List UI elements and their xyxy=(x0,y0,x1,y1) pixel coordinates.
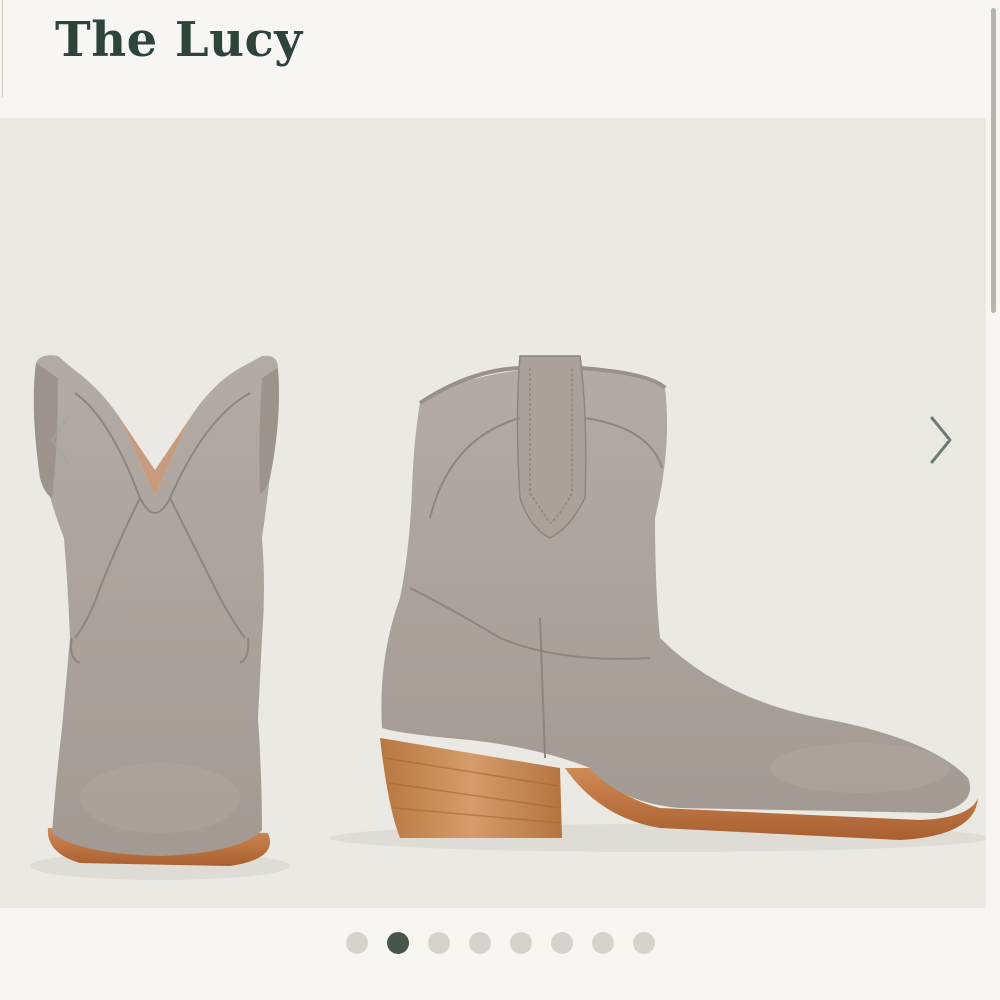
product-page: The Lucy xyxy=(0,0,1000,1000)
product-image-gallery[interactable] xyxy=(0,118,986,908)
gallery-next-arrow[interactable] xyxy=(920,410,960,470)
chevron-right-icon xyxy=(930,416,952,464)
gallery-dot-2[interactable] xyxy=(386,932,409,954)
gallery-pagination xyxy=(0,932,1000,956)
chevron-left-icon xyxy=(50,416,70,464)
gallery-dot-6[interactable] xyxy=(550,932,573,954)
product-header: The Lucy xyxy=(0,0,1000,97)
gallery-dot-5[interactable] xyxy=(509,932,532,954)
gallery-prev-arrow[interactable] xyxy=(40,410,80,470)
gallery-dot-8[interactable] xyxy=(632,932,655,954)
product-photo xyxy=(30,355,986,880)
gallery-dot-1[interactable] xyxy=(345,932,368,954)
boot-side-view xyxy=(380,355,978,840)
scrollbar-thumb[interactable] xyxy=(991,8,996,313)
gallery-dot-3[interactable] xyxy=(427,932,450,954)
gallery-dot-7[interactable] xyxy=(591,932,614,954)
scrollbar[interactable] xyxy=(986,0,1000,1000)
product-title: The Lucy xyxy=(55,12,303,68)
header-border xyxy=(2,0,3,97)
gallery-dot-4[interactable] xyxy=(468,932,491,954)
